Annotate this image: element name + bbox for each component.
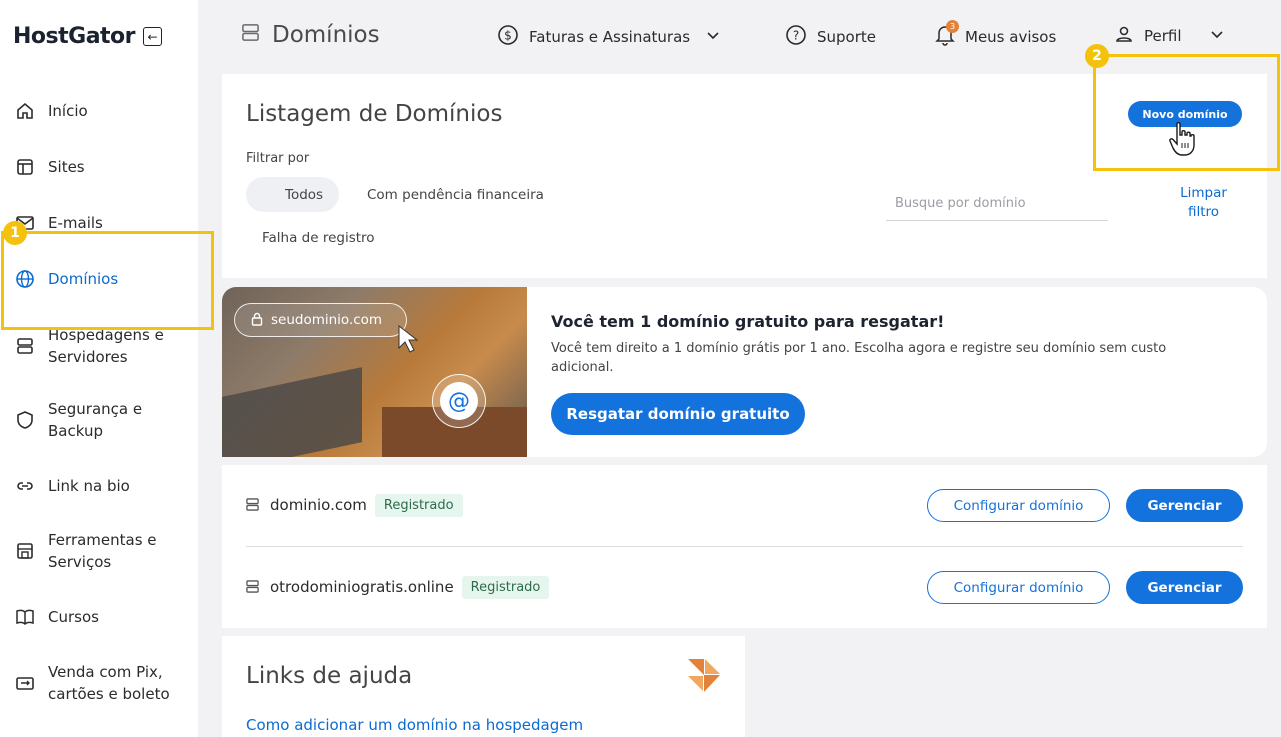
sidebar-item-label: Link na bio bbox=[48, 477, 130, 495]
sidebar-item-hospedagens[interactable]: Hospedagens e Servidores bbox=[14, 324, 183, 368]
notices-label: Meus avisos bbox=[965, 28, 1057, 46]
row-divider bbox=[246, 546, 1243, 547]
svg-text:?: ? bbox=[793, 29, 799, 43]
sidebar-item-label: Sites bbox=[48, 158, 85, 176]
page-title-text: Domínios bbox=[272, 22, 380, 48]
at-icon: @ bbox=[440, 382, 478, 420]
help-icon: ? bbox=[785, 24, 807, 50]
profile-menu[interactable]: Perfil bbox=[1114, 24, 1224, 48]
configure-domain-button[interactable]: Configurar domínio bbox=[927, 571, 1110, 604]
sidebar-item-label: Venda com Pix, cartões e boleto bbox=[48, 663, 170, 703]
hostgator-mark-icon bbox=[688, 659, 722, 697]
sidebar: HostGator ← Início Sites E-mails Domínio… bbox=[0, 0, 198, 737]
server-icon bbox=[246, 578, 259, 597]
sidebar-item-link-bio[interactable]: Link na bio bbox=[14, 475, 130, 497]
sidebar-item-inicio[interactable]: Início bbox=[14, 100, 88, 122]
sidebar-item-venda[interactable]: Venda com Pix, cartões e boleto bbox=[14, 661, 183, 705]
profile-label: Perfil bbox=[1144, 27, 1182, 45]
shield-icon bbox=[14, 409, 36, 431]
sidebar-item-cursos[interactable]: Cursos bbox=[14, 606, 99, 628]
status-badge: Registrado bbox=[461, 575, 550, 599]
help-title: Links de ajuda bbox=[246, 663, 413, 689]
server-icon bbox=[14, 335, 36, 357]
status-badge: Registrado bbox=[374, 493, 463, 517]
user-icon bbox=[1114, 24, 1134, 48]
sidebar-item-sites[interactable]: Sites bbox=[14, 156, 85, 178]
step-1-badge: 1 bbox=[3, 221, 27, 245]
filter-chip-todos[interactable]: Todos bbox=[246, 177, 340, 212]
step-2-badge: 2 bbox=[1085, 44, 1109, 68]
sidebar-item-label: Cursos bbox=[48, 608, 99, 626]
book-icon bbox=[14, 606, 36, 628]
chevron-down-icon bbox=[706, 28, 720, 46]
clear-filter-link[interactable]: Limpar filtro bbox=[1166, 184, 1241, 222]
domain-name[interactable]: dominio.com bbox=[270, 496, 367, 514]
dollar-icon: $ bbox=[497, 24, 519, 50]
at-badge: @ bbox=[432, 374, 486, 428]
promo-text: Você tem direito a 1 domínio grátis por … bbox=[551, 341, 1167, 375]
sidebar-item-seguranca[interactable]: Segurança e Backup bbox=[14, 398, 168, 442]
listing-title: Listagem de Domínios bbox=[246, 101, 503, 127]
sidebar-item-label: Início bbox=[48, 102, 88, 120]
domain-name[interactable]: otrodominiogratis.online bbox=[270, 578, 454, 596]
domain-search-input[interactable] bbox=[886, 186, 1108, 221]
billing-menu[interactable]: $ Faturas e Assinaturas bbox=[497, 24, 720, 50]
promo-image: seudominio.com @ bbox=[222, 287, 527, 457]
collapse-sidebar-icon[interactable]: ← bbox=[143, 27, 163, 46]
layout-icon bbox=[14, 156, 36, 178]
filter-label: Filtrar por bbox=[246, 151, 310, 166]
pointer-icon bbox=[397, 324, 423, 358]
help-link[interactable]: Como adicionar um domínio na hospedagem bbox=[246, 716, 583, 734]
step-1-highlight bbox=[1, 231, 214, 330]
configure-domain-button[interactable]: Configurar domínio bbox=[927, 489, 1110, 522]
sidebar-item-ferramentas[interactable]: Ferramentas e Serviços bbox=[14, 529, 173, 573]
url-pill: seudominio.com bbox=[234, 303, 407, 337]
laptop-shape bbox=[222, 367, 362, 457]
support-link[interactable]: ? Suporte bbox=[785, 24, 876, 50]
notification-count-badge: 3 bbox=[946, 20, 959, 33]
page-title: Domínios bbox=[241, 22, 380, 48]
server-icon bbox=[241, 22, 260, 48]
logo[interactable]: HostGator ← bbox=[13, 24, 163, 49]
manage-domain-button[interactable]: Gerenciar bbox=[1126, 489, 1243, 522]
step-2-highlight bbox=[1093, 54, 1280, 171]
filter-chip-falha[interactable]: Falha de registro bbox=[262, 220, 375, 255]
promo-title: Você tem 1 domínio gratuito para resgata… bbox=[551, 312, 945, 331]
billing-label: Faturas e Assinaturas bbox=[529, 28, 691, 46]
url-pill-text: seudominio.com bbox=[271, 312, 383, 328]
filter-chip-pendencia[interactable]: Com pendência financeira bbox=[367, 177, 544, 212]
sidebar-item-label: Hospedagens e Servidores bbox=[48, 326, 164, 366]
sidebar-item-label: Segurança e Backup bbox=[48, 400, 143, 440]
lock-icon bbox=[251, 311, 263, 330]
support-label: Suporte bbox=[817, 28, 877, 46]
logo-text: HostGator bbox=[13, 24, 136, 49]
sidebar-item-label: Ferramentas e Serviços bbox=[48, 531, 157, 571]
store-icon bbox=[14, 540, 36, 562]
home-icon bbox=[14, 100, 36, 122]
chevron-down-icon bbox=[1210, 27, 1224, 45]
server-icon bbox=[246, 496, 259, 515]
claim-free-domain-button[interactable]: Resgatar domínio gratuito bbox=[551, 393, 805, 435]
svg-text:$: $ bbox=[504, 29, 512, 43]
payment-icon bbox=[14, 672, 36, 694]
link-icon bbox=[14, 475, 36, 497]
manage-domain-button[interactable]: Gerenciar bbox=[1126, 571, 1243, 604]
